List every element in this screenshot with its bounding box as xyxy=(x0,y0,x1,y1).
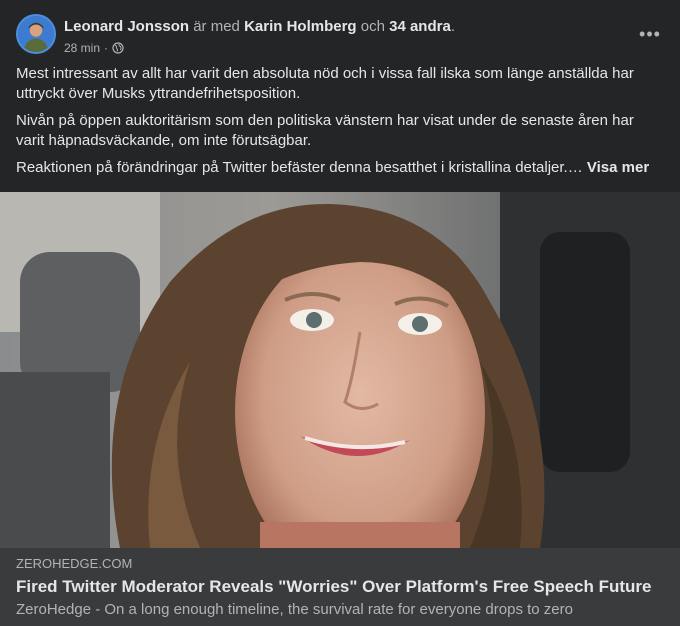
post-meta: 28 min · xyxy=(64,40,624,56)
post-paragraph: Reaktionen på förändringar på Twitter be… xyxy=(16,158,664,178)
and-text: och xyxy=(360,18,385,35)
link-domain: ZEROHEDGE.COM xyxy=(16,556,133,571)
link-preview[interactable]: ZEROHEDGE.COM Fired Twitter Moderator Re… xyxy=(0,548,680,626)
author-avatar[interactable] xyxy=(16,14,56,54)
attribution-period: . xyxy=(450,18,455,35)
tagged-others[interactable]: 34 andra xyxy=(389,18,451,35)
globe-icon[interactable] xyxy=(112,42,124,54)
feed-post: Leonard Jonsson är med Karin Holmberg oc… xyxy=(0,0,680,626)
see-more-link[interactable]: Visa mer xyxy=(587,159,649,176)
post-attribution: Leonard Jonsson är med Karin Holmberg oc… xyxy=(64,17,624,37)
post-paragraph-text: Reaktionen på förändringar på Twitter be… xyxy=(16,159,583,176)
more-options-icon[interactable]: ••• xyxy=(636,20,664,48)
link-preview-image[interactable] xyxy=(0,192,680,548)
tagged-person[interactable]: Karin Holmberg xyxy=(244,18,357,35)
link-description: ZeroHedge - On a long enough timeline, t… xyxy=(16,601,573,618)
link-title[interactable]: Fired Twitter Moderator Reveals "Worries… xyxy=(16,576,664,598)
post-header-text: Leonard Jonsson är med Karin Holmberg oc… xyxy=(64,17,624,56)
author-name[interactable]: Leonard Jonsson xyxy=(64,18,189,35)
post-paragraph: Nivån på öppen auktoritärism som den pol… xyxy=(16,112,634,149)
more-options-label: ••• xyxy=(639,24,661,44)
meta-separator: · xyxy=(104,41,109,55)
post-paragraph: Mest intressant av allt har varit den ab… xyxy=(16,65,634,102)
with-text: är med xyxy=(193,18,240,35)
post-header: Leonard Jonsson är med Karin Holmberg oc… xyxy=(16,14,664,60)
post-timestamp[interactable]: 28 min xyxy=(64,40,100,56)
post-text: Mest intressant av allt har varit den ab… xyxy=(16,64,664,185)
